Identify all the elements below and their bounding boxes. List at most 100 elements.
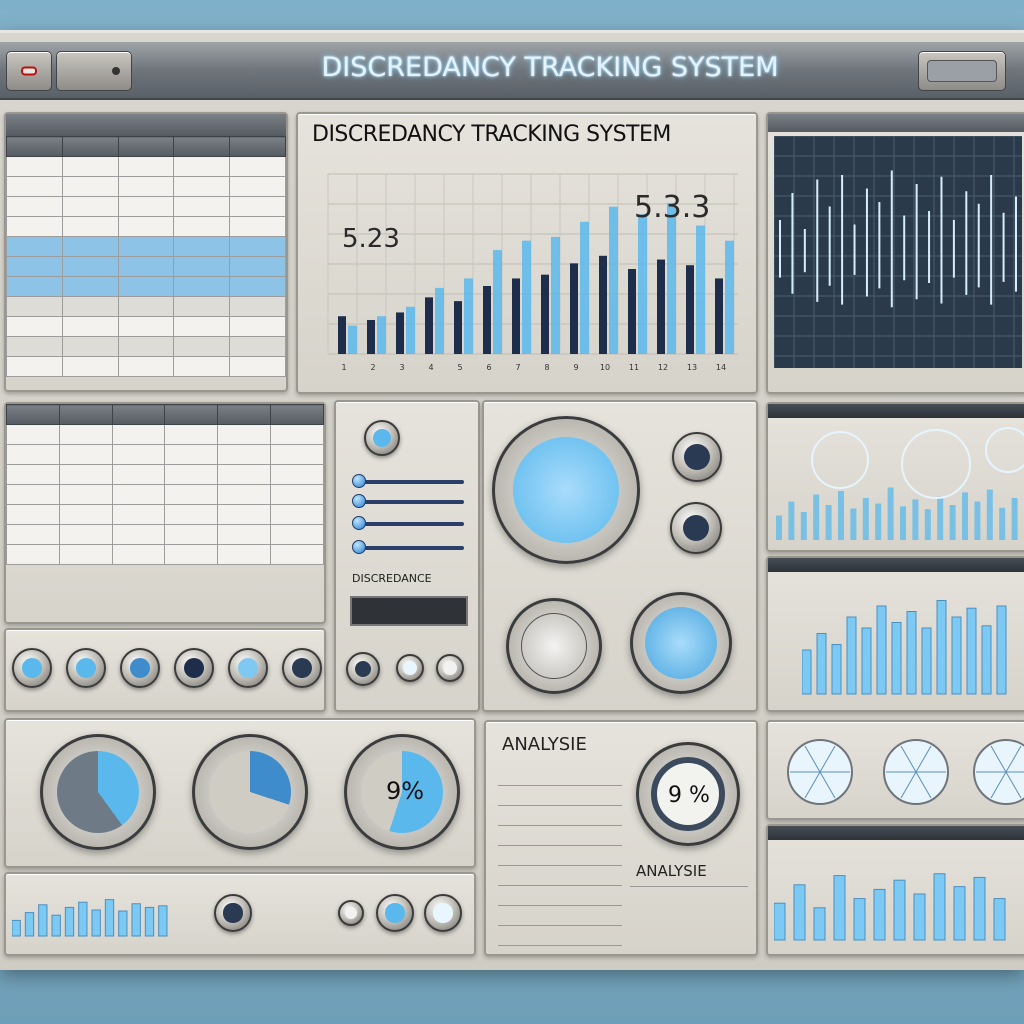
table-cell [173,196,231,217]
table-row[interactable] [6,256,286,277]
control-knob-4[interactable] [174,648,214,688]
network-node [811,431,869,489]
slider-1[interactable] [360,480,464,484]
bar [850,508,857,540]
table-row[interactable] [6,276,286,297]
table-row[interactable] [6,544,324,565]
gauge-1[interactable] [40,734,156,850]
table-row[interactable] [6,156,286,177]
column-header[interactable] [61,136,119,157]
table-row[interactable] [6,216,286,237]
column-header[interactable] [164,404,219,425]
toggle-button[interactable] [56,51,132,91]
column-header[interactable] [6,136,63,157]
bar [800,512,807,540]
column-header[interactable] [217,404,272,425]
dial-face-icon [521,613,587,679]
table-row[interactable] [6,356,286,377]
mini-bar-chart [12,899,168,937]
table-row[interactable] [6,336,286,357]
table-cell [229,176,286,197]
table-cell [6,256,63,277]
table-row[interactable] [6,176,286,197]
table-cell [164,504,219,525]
main-dial[interactable] [492,416,640,564]
table-cell [6,296,63,317]
table-cell [6,544,60,565]
table-row[interactable] [6,464,324,485]
table-row[interactable] [6,424,324,445]
table-row[interactable] [6,316,286,337]
slider-3[interactable] [360,522,464,526]
table-row[interactable] [6,236,286,257]
table-cell [229,236,286,257]
tertiary-dial[interactable] [630,592,732,694]
table-cell [117,156,175,177]
slider-4-thumb[interactable] [352,540,366,554]
table-row[interactable] [6,296,286,317]
control-knob-5[interactable] [228,648,268,688]
column-header[interactable] [173,136,231,157]
small-knob-3[interactable] [436,654,464,682]
column-header[interactable] [111,404,166,425]
slider-3-thumb[interactable] [352,516,366,530]
bar [802,649,812,695]
slider-2-thumb[interactable] [352,494,366,508]
bottom-knob-2[interactable] [338,900,364,926]
dial-knob-1[interactable] [672,432,722,482]
table-row[interactable] [6,504,324,525]
knob-face-icon [183,657,205,679]
slider-2[interactable] [360,500,464,504]
table-cell [217,444,272,465]
control-knob-1[interactable] [12,648,52,688]
column-header[interactable] [270,404,324,425]
analysis-gauge: 9 % [636,742,740,846]
table-cell [61,296,119,317]
main-control-knob[interactable] [364,420,400,456]
bar [338,316,346,354]
tick-label: 13 [687,363,697,372]
dial-knob-2[interactable] [670,502,722,554]
small-knob-1[interactable] [346,652,380,686]
gauge-2[interactable] [192,734,308,850]
control-knob-3[interactable] [120,648,160,688]
knob-face-icon [443,661,457,675]
table-cell [117,296,175,317]
table-cell [173,256,231,277]
bar [657,259,665,354]
table-row[interactable] [6,524,324,545]
control-knob-2[interactable] [66,648,106,688]
table-row[interactable] [6,484,324,505]
table-cell [61,336,119,357]
bar [551,236,560,354]
table-cell [6,236,63,257]
bar [951,616,962,695]
bottom-knob-3[interactable] [376,894,414,932]
analysis-row [498,806,622,826]
table-row[interactable] [6,196,286,217]
app-title: DISCREDANCY TRACKING SYSTEM [321,52,779,83]
slider-1-thumb[interactable] [352,474,366,488]
gauge-3[interactable]: 9% [344,734,460,850]
menu-button[interactable] [918,51,1006,91]
bar [118,910,128,937]
bottom-knob-4[interactable] [424,894,462,932]
bar [846,616,857,695]
secondary-dial[interactable] [506,598,602,694]
table-row[interactable] [6,444,324,465]
column-header[interactable] [6,404,60,425]
table-cell [117,276,175,297]
column-header[interactable] [58,404,113,425]
gauge-3-percent: 9% [385,777,425,805]
close-button[interactable] [6,51,52,91]
control-knob-6[interactable] [282,648,322,688]
table-cell [117,196,175,217]
column-header[interactable] [229,136,286,157]
table-cell [117,356,175,377]
small-knob-2[interactable] [396,654,424,682]
table-cell [61,356,119,377]
analysis-panel: ANALYSIE 9 % ANALYSIE [484,720,758,956]
column-header[interactable] [117,136,175,157]
bottom-knob-1[interactable] [214,894,252,932]
slider-4[interactable] [360,546,464,550]
